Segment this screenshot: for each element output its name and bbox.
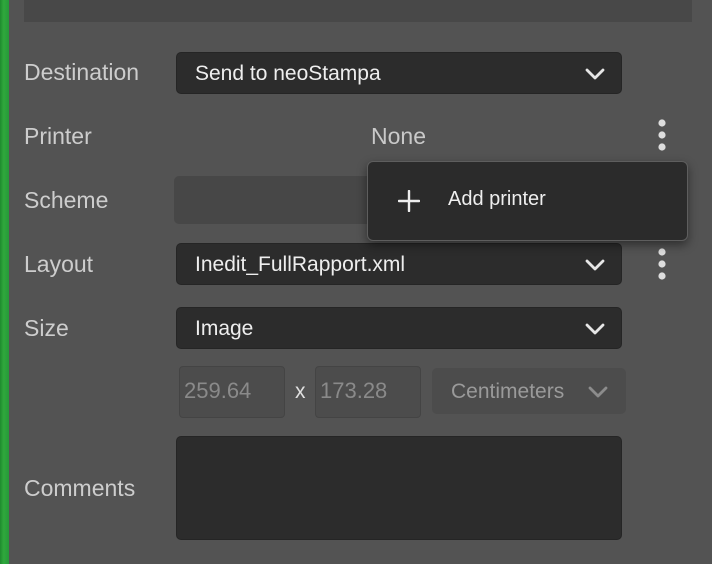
printer-more-icon[interactable] — [657, 118, 667, 152]
layout-label: Layout — [24, 251, 94, 277]
destination-label: Destination — [24, 59, 140, 85]
menu-item-add-printer[interactable]: Add printer — [368, 162, 687, 240]
layout-select[interactable]: Inedit_FullRapport.xml — [176, 243, 622, 285]
size-label: Size — [24, 315, 69, 341]
scheme-label: Scheme — [24, 187, 109, 213]
chevron-down-icon — [585, 259, 605, 271]
chevron-down-icon — [585, 323, 605, 335]
unit-value: Centimeters — [451, 380, 565, 403]
size-value: Image — [195, 317, 254, 340]
destination-select[interactable]: Send to neoStampa — [176, 52, 622, 94]
layout-more-icon[interactable] — [657, 247, 667, 281]
printer-label: Printer — [24, 123, 92, 149]
comments-textarea[interactable] — [176, 436, 622, 540]
chevron-down-icon — [585, 68, 605, 80]
plus-icon — [398, 190, 420, 212]
print-settings-panel: Destination Send to neoStampa Printer No… — [0, 0, 712, 564]
unit-select[interactable]: Centimeters — [432, 368, 626, 414]
printer-value: None — [371, 123, 426, 149]
size-select[interactable]: Image — [176, 307, 622, 349]
panel-header-bar — [24, 0, 692, 22]
layout-value: Inedit_FullRapport.xml — [195, 253, 406, 276]
printer-options-menu: Add printer — [367, 161, 688, 241]
width-input[interactable]: 259.64 — [179, 366, 285, 418]
height-input[interactable]: 173.28 — [315, 366, 421, 418]
destination-value: Send to neoStampa — [195, 62, 381, 85]
add-printer-label: Add printer — [448, 188, 546, 210]
height-value: 173.28 — [320, 378, 388, 403]
dimension-separator: x — [295, 380, 306, 403]
comments-label: Comments — [24, 475, 136, 501]
chevron-down-icon — [588, 386, 608, 398]
width-value: 259.64 — [184, 378, 252, 403]
